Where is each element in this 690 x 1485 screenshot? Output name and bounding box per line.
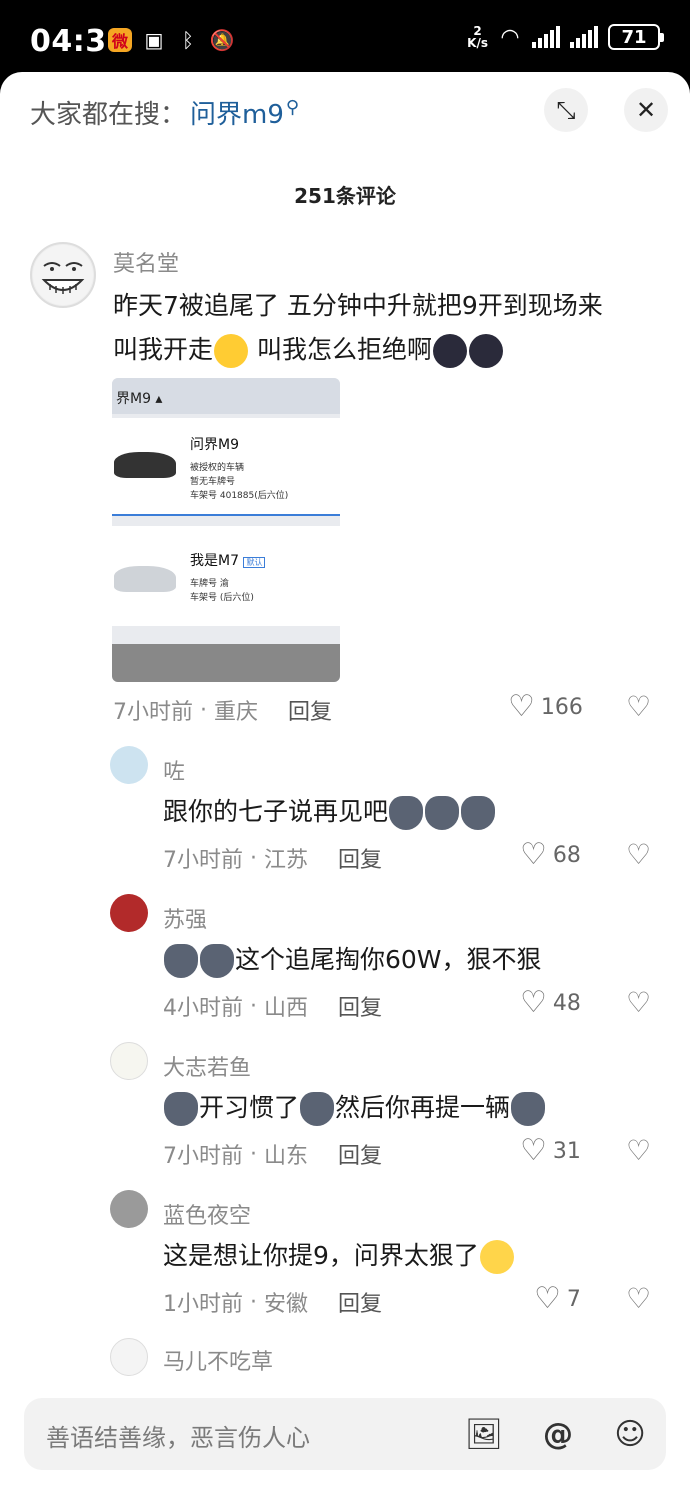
- comment-count-title: 251条评论: [294, 184, 396, 208]
- mute-bell-icon: 🔕: [209, 28, 235, 52]
- dislike-button[interactable]: ♡: [626, 838, 651, 871]
- image-card-m7: 我是M7 默认 车牌号 渝 车架号 (后六位): [112, 526, 340, 626]
- avatar[interactable]: [110, 746, 148, 784]
- comment-author[interactable]: 苏强: [163, 902, 207, 934]
- dog-emoji-icon: [164, 1092, 198, 1126]
- comment-text: 这个追尾掏你60W，狠不狠: [163, 940, 542, 978]
- scared-emoji-icon: [468, 334, 503, 368]
- avatar[interactable]: [110, 1190, 148, 1228]
- scared-emoji-icon: [432, 334, 467, 368]
- car-icon: [114, 566, 176, 592]
- trending-search[interactable]: 大家都在搜： 问界m9 ⚲: [30, 94, 299, 131]
- smirk-emoji-icon: [479, 1240, 514, 1274]
- dog-emoji-icon: [389, 796, 424, 830]
- comment-meta: 7小时前 · 山东 回复: [163, 1138, 382, 1170]
- comment-text: 昨天7被追尾了 五分钟中升就把9开到现场来: [113, 291, 603, 320]
- comment-text-line2: 叫我开走 叫我怎么拒绝啊: [113, 330, 504, 368]
- comment-image[interactable]: 界M9 ▴ 问界M9 被授权的车辆 暂无车牌号 车架号 401885(后六位) …: [112, 378, 340, 682]
- battery-icon: 71: [608, 24, 664, 50]
- search-icon: ⚲: [285, 97, 300, 118]
- dog-emoji-icon: [300, 1092, 335, 1126]
- like-button[interactable]: ♡ 7: [534, 1284, 581, 1314]
- comment-text: 这是想让你提9，问界太狠了: [163, 1236, 515, 1274]
- comment-text: 开习惯了 然后你再提一辆: [163, 1088, 546, 1126]
- emoji-icon: ☺: [614, 1416, 646, 1452]
- status-bar: 04:36 微 ▣ ᛒ 🔕 2 K/s ◠ 71: [0, 0, 690, 72]
- comment-meta: 7小时前 · 重庆 回复: [113, 694, 332, 726]
- heart-icon: ♡: [520, 1133, 547, 1168]
- reply-button[interactable]: 回复: [338, 842, 382, 874]
- dog-emoji-icon: [511, 1092, 546, 1126]
- dog-emoji-icon: [200, 944, 234, 978]
- like-button[interactable]: ♡ 31: [520, 1136, 581, 1166]
- emoji-button[interactable]: ☺: [610, 1414, 650, 1454]
- wifi-icon: ◠: [500, 24, 520, 50]
- comment-author[interactable]: 咗: [163, 754, 185, 786]
- broken-heart-icon: ♡: [626, 1282, 652, 1315]
- dislike-button[interactable]: ♡: [626, 986, 651, 1019]
- status-notifications: 微 ▣ ᛒ 🔕: [108, 28, 234, 52]
- image-bottom: [112, 644, 340, 682]
- heart-icon: ♡: [508, 689, 535, 724]
- avatar[interactable]: [30, 242, 96, 308]
- like-button[interactable]: ♡ 166: [508, 692, 583, 722]
- trending-search-term[interactable]: 问界m9: [190, 94, 284, 131]
- collapse-icon: ⤡: [556, 96, 576, 124]
- signal-icon: [532, 26, 560, 48]
- dislike-button[interactable]: ♡: [626, 1282, 651, 1315]
- nfc-icon: ▣: [144, 28, 164, 52]
- reply-button[interactable]: 回复: [338, 990, 382, 1022]
- avatar[interactable]: [110, 1338, 148, 1376]
- laughing-crying-emoji-icon: [214, 334, 249, 368]
- image-icon: 🖼: [464, 1416, 504, 1452]
- close-icon: ✕: [635, 96, 657, 124]
- dog-emoji-icon: [425, 796, 460, 830]
- bluetooth-icon: ᛒ: [182, 28, 194, 52]
- at-icon: @: [543, 1416, 573, 1452]
- heart-icon: ♡: [520, 985, 547, 1020]
- broken-heart-icon: ♡: [626, 690, 652, 723]
- avatar[interactable]: [110, 894, 148, 932]
- reply-button[interactable]: 回复: [338, 1138, 382, 1170]
- image-card-m9: 问界M9 被授权的车辆 暂无车牌号 车架号 401885(后六位): [112, 418, 340, 516]
- dog-emoji-icon: [164, 944, 198, 978]
- broken-heart-icon: ♡: [626, 838, 652, 871]
- like-button[interactable]: ♡ 68: [520, 840, 581, 870]
- comment-author[interactable]: 蓝色夜空: [163, 1198, 251, 1230]
- status-right: 2 K/s ◠ 71: [467, 24, 664, 50]
- comments-sheet: 大家都在搜： 问界m9 ⚲ ⤡ ✕ 251条评论 莫名堂 昨天7被追尾了 五分钟…: [0, 72, 690, 1485]
- dislike-button[interactable]: ♡: [626, 690, 651, 723]
- reply-button[interactable]: 回复: [288, 694, 332, 726]
- close-button[interactable]: ✕: [624, 88, 668, 132]
- comment-text: 跟你的七子说再见吧: [163, 792, 496, 830]
- comment-meta: 4小时前 · 山西 回复: [163, 990, 382, 1022]
- broken-heart-icon: ♡: [626, 986, 652, 1019]
- dog-emoji-icon: [461, 796, 496, 830]
- car-icon: [114, 452, 176, 478]
- comment-author[interactable]: 马儿不吃草: [163, 1344, 273, 1376]
- collapse-button[interactable]: ⤡: [544, 88, 588, 132]
- heart-icon: ♡: [534, 1281, 561, 1316]
- comment-author[interactable]: 大志若鱼: [163, 1050, 251, 1082]
- avatar[interactable]: [110, 1042, 148, 1080]
- image-topbar: 界M9 ▴: [112, 378, 340, 414]
- mention-button[interactable]: @: [538, 1414, 578, 1454]
- troll-face-avatar: [33, 245, 93, 305]
- reply-button[interactable]: 回复: [338, 1286, 382, 1318]
- comment-input-placeholder[interactable]: 善语结善缘，恶言伤人心: [46, 1418, 310, 1453]
- comment-author[interactable]: 莫名堂: [113, 246, 179, 278]
- weibo-icon: 微: [108, 28, 132, 52]
- trending-search-prefix: 大家都在搜：: [30, 100, 187, 130]
- comment-input-bar[interactable]: 善语结善缘，恶言伤人心 🖼 @ ☺: [24, 1398, 666, 1470]
- like-button[interactable]: ♡ 48: [520, 988, 581, 1018]
- dislike-button[interactable]: ♡: [626, 1134, 651, 1167]
- comment-meta: 1小时前 · 安徽 回复: [163, 1286, 382, 1318]
- broken-heart-icon: ♡: [626, 1134, 652, 1167]
- heart-icon: ♡: [520, 837, 547, 872]
- comment-meta: 7小时前 · 江苏 回复: [163, 842, 382, 874]
- image-button[interactable]: 🖼: [464, 1414, 504, 1454]
- signal-icon-2: [570, 26, 598, 48]
- network-speed: 2 K/s: [467, 24, 488, 50]
